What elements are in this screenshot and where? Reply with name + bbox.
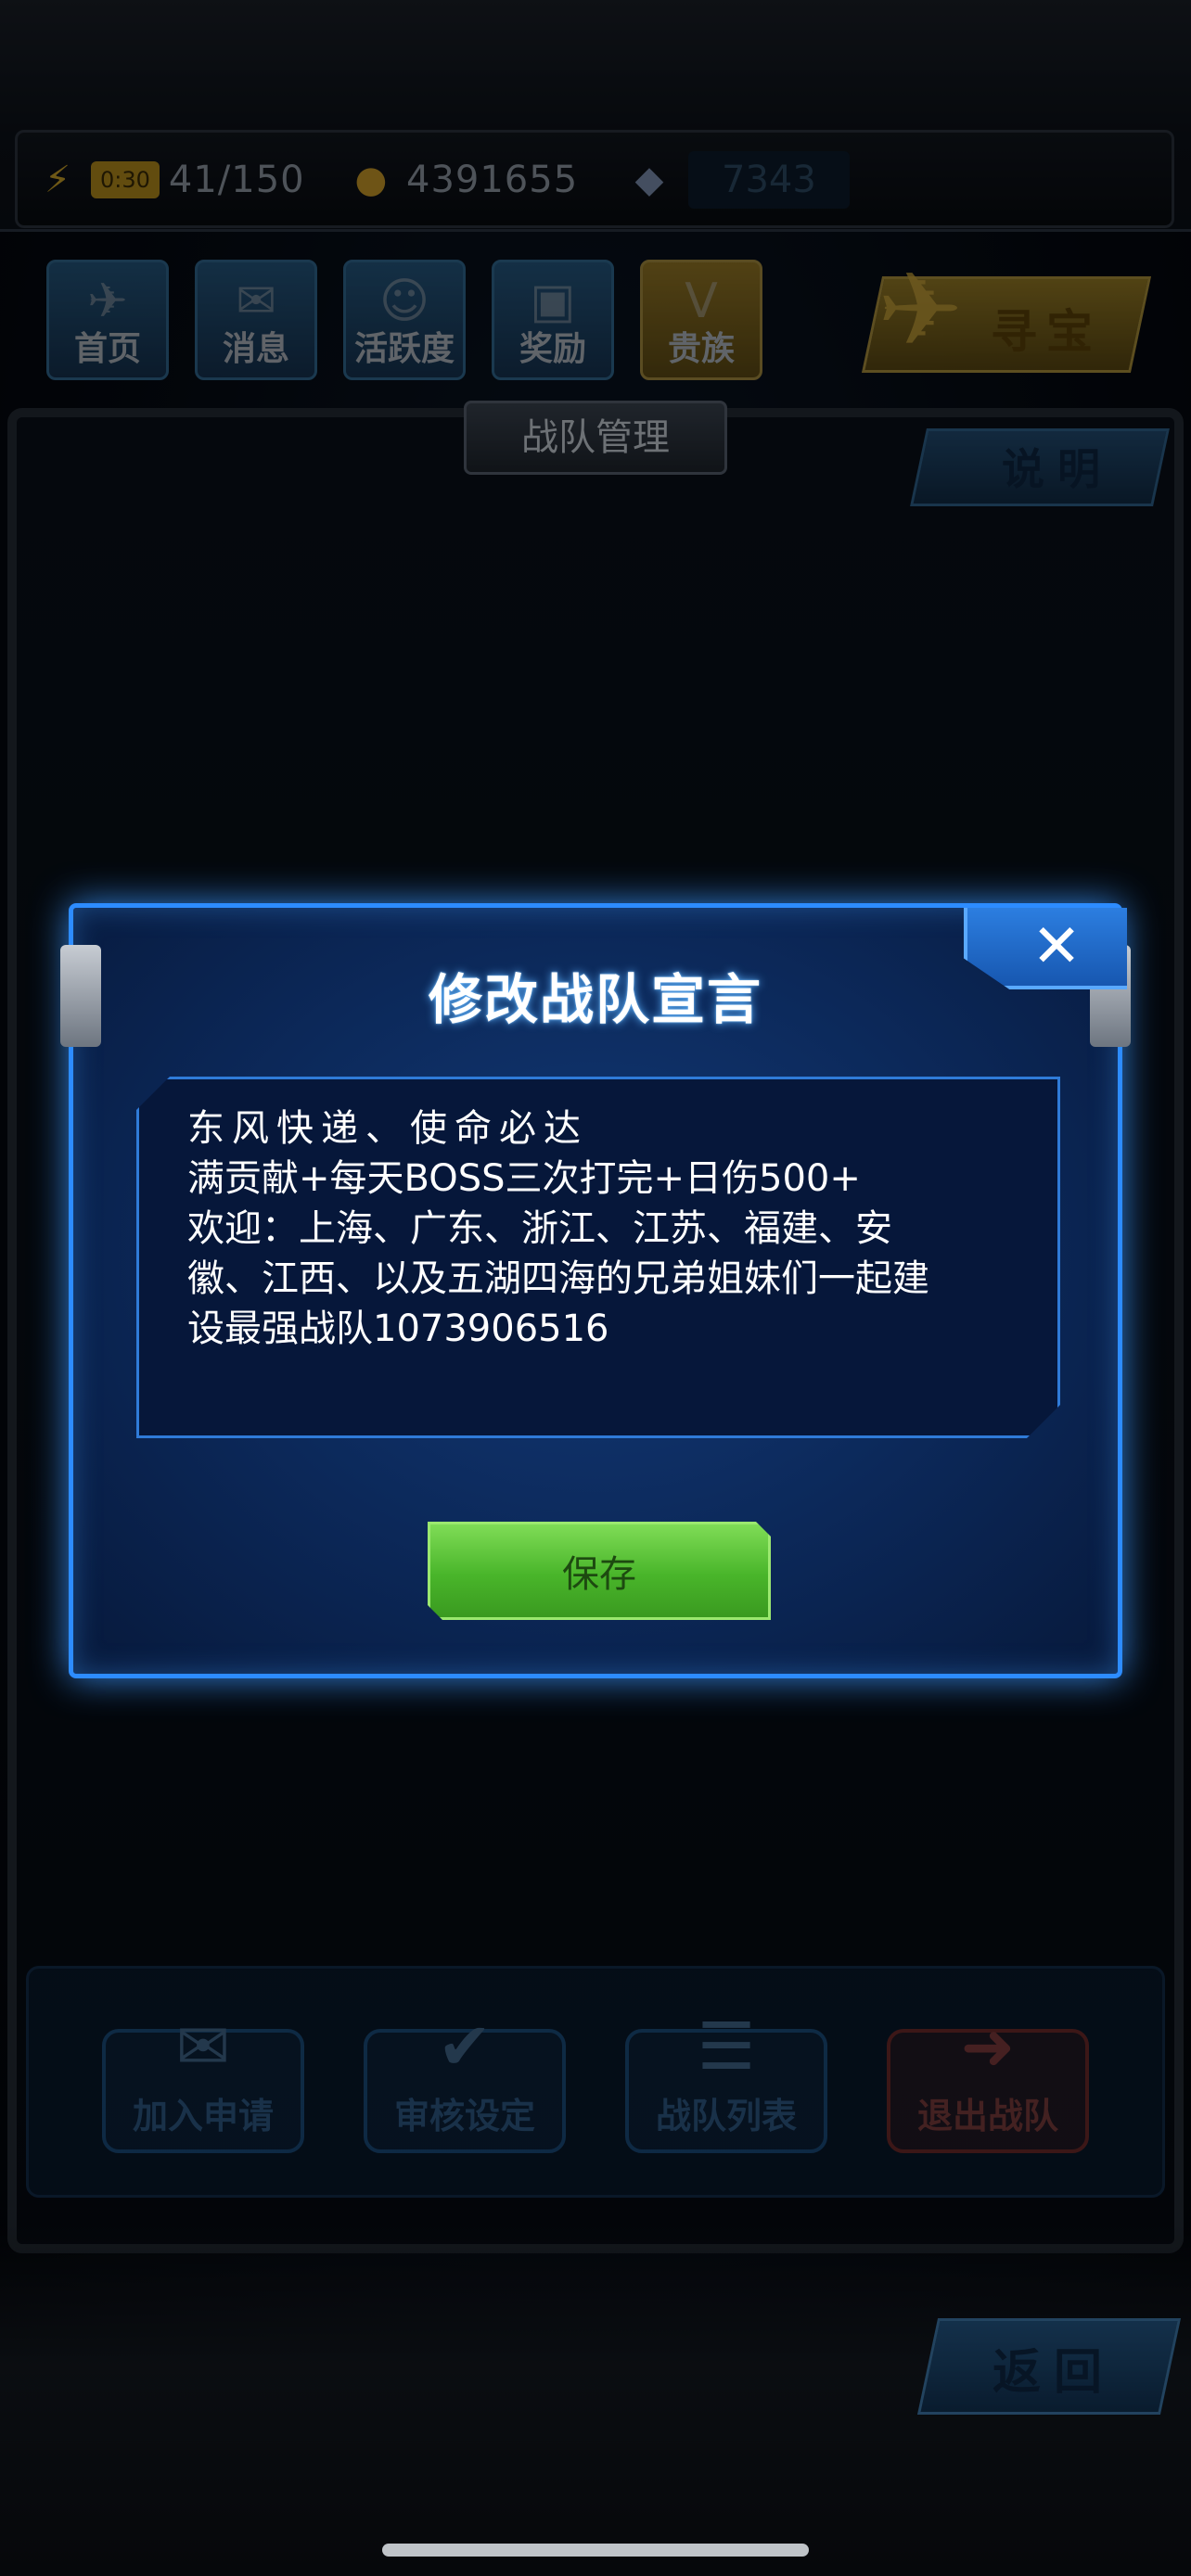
edit-declaration-dialog: 修改战队宣言 ✕ 东风快递、使命必达 满贡献+每天BOSS三次打完+日伤500+… xyxy=(60,903,1131,1678)
close-icon: ✕ xyxy=(1031,912,1082,981)
declaration-line: 东风快递、使命必达 xyxy=(187,1107,588,1150)
declaration-line: 徽、江西、以及五湖四海的兄弟姐妹们一起建 xyxy=(187,1257,929,1300)
dialog-title: 修改战队宣言 xyxy=(428,968,762,1031)
declaration-line: 设最强战队1073906516 xyxy=(187,1307,609,1350)
home-indicator[interactable] xyxy=(382,2544,809,2557)
declaration-textarea[interactable]: 东风快递、使命必达 满贡献+每天BOSS三次打完+日伤500+ 欢迎：上海、广东… xyxy=(136,1077,1060,1438)
declaration-line: 满贡献+每天BOSS三次打完+日伤500+ xyxy=(187,1157,861,1200)
save-label: 保存 xyxy=(562,1553,636,1596)
save-button[interactable]: 保存 xyxy=(428,1522,771,1620)
declaration-line: 欢迎：上海、广东、浙江、江苏、福建、安 xyxy=(187,1207,892,1250)
